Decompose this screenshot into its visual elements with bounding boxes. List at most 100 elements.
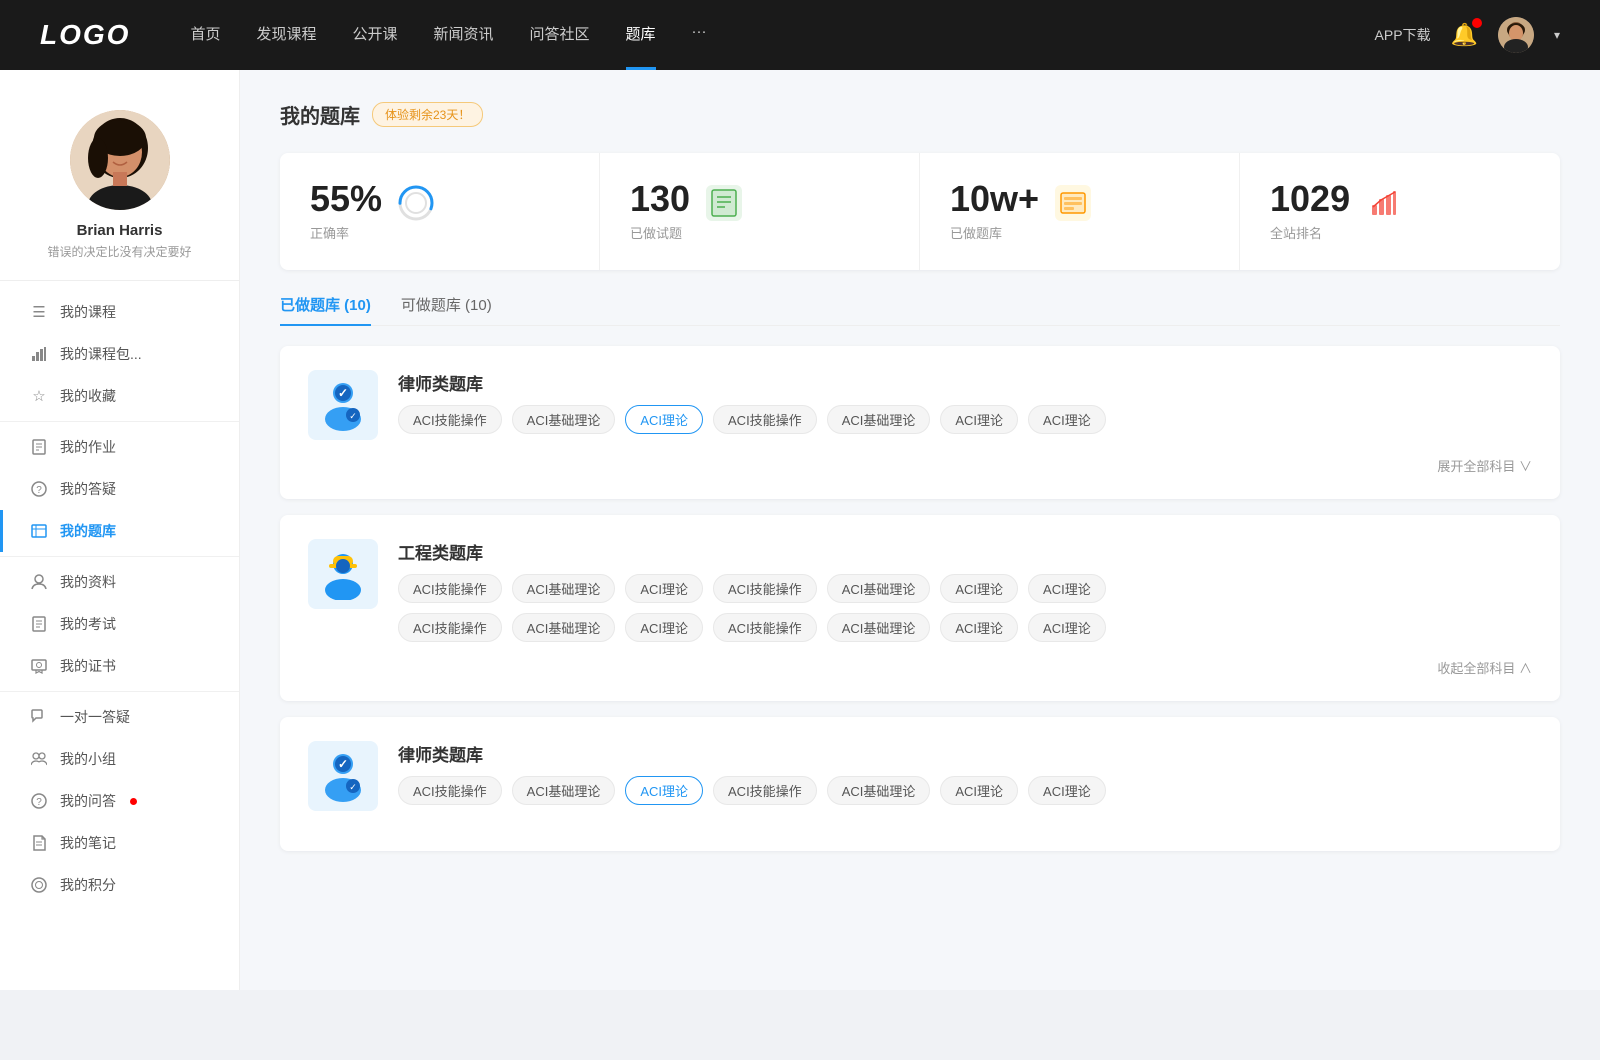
bank-2-tag-r1-6[interactable]: ACI理论 bbox=[1028, 574, 1106, 603]
bank-1-tag-0[interactable]: ACI技能操作 bbox=[398, 405, 502, 434]
bank-1-tag-5[interactable]: ACI理论 bbox=[940, 405, 1018, 434]
bank-3-tag-5[interactable]: ACI理论 bbox=[940, 776, 1018, 805]
app-download-button[interactable]: APP下载 bbox=[1375, 25, 1431, 45]
sidebar-item-my-bank[interactable]: 我的题库 bbox=[0, 510, 239, 552]
nav-discover[interactable]: 发现课程 bbox=[256, 23, 316, 48]
sidebar-label-my-bank: 我的题库 bbox=[60, 521, 116, 541]
stat-banks-value: 10w+ bbox=[950, 181, 1039, 217]
nav-news[interactable]: 新闻资讯 bbox=[434, 23, 494, 48]
bank-2-tag-r2-3[interactable]: ACI技能操作 bbox=[713, 613, 817, 642]
notification-bell[interactable]: 🔔 bbox=[1451, 22, 1478, 48]
one-on-one-icon bbox=[30, 708, 48, 726]
bank-1-tag-1[interactable]: ACI基础理论 bbox=[512, 405, 616, 434]
sidebar-label-my-homework: 我的作业 bbox=[60, 437, 116, 457]
tab-done[interactable]: 已做题库 (10) bbox=[280, 294, 371, 325]
sidebar-item-my-questions[interactable]: ? 我的答疑 bbox=[0, 468, 239, 510]
sidebar-label-one-on-one: 一对一答疑 bbox=[60, 707, 130, 727]
notes-icon bbox=[30, 834, 48, 852]
separator-1 bbox=[0, 421, 239, 422]
bank-2-tag-r2-5[interactable]: ACI理论 bbox=[940, 613, 1018, 642]
bank-3-tag-3[interactable]: ACI技能操作 bbox=[713, 776, 817, 805]
logo: LOGO bbox=[40, 19, 130, 51]
bank-2-collapse[interactable]: 收起全部科目 ∧ bbox=[1437, 658, 1532, 677]
stat-ranking-text: 1029 全站排名 bbox=[1270, 181, 1350, 242]
bank-1-expand[interactable]: 展开全部科目 ∨ bbox=[1437, 456, 1532, 475]
bank-1-tag-2[interactable]: ACI理论 bbox=[625, 405, 703, 434]
sidebar-label-my-favorites: 我的收藏 bbox=[60, 386, 116, 406]
cert-icon bbox=[30, 657, 48, 675]
bank-2-tag-r1-3[interactable]: ACI技能操作 bbox=[713, 574, 817, 603]
sidebar-profile: Brian Harris 错误的决定比没有决定要好 bbox=[0, 100, 239, 281]
bank-2-tag-r2-0[interactable]: ACI技能操作 bbox=[398, 613, 502, 642]
homework-icon bbox=[30, 438, 48, 456]
bank-3-tag-2[interactable]: ACI理论 bbox=[625, 776, 703, 805]
group-icon bbox=[30, 750, 48, 768]
exam-icon bbox=[30, 615, 48, 633]
sidebar-label-my-profile: 我的资料 bbox=[60, 572, 116, 592]
sidebar-item-one-on-one[interactable]: 一对一答疑 bbox=[0, 696, 239, 738]
bank-3-tag-4[interactable]: ACI基础理论 bbox=[827, 776, 931, 805]
bank-2-tag-r2-6[interactable]: ACI理论 bbox=[1028, 613, 1106, 642]
bank-3-tag-6[interactable]: ACI理论 bbox=[1028, 776, 1106, 805]
sidebar-label-my-notes: 我的笔记 bbox=[60, 833, 116, 853]
svg-text:✓: ✓ bbox=[338, 757, 348, 771]
bank-2-tag-r1-0[interactable]: ACI技能操作 bbox=[398, 574, 502, 603]
stat-ranking-label: 全站排名 bbox=[1270, 223, 1350, 242]
bank-1-tag-4[interactable]: ACI基础理论 bbox=[827, 405, 931, 434]
sidebar-item-my-exam[interactable]: 我的考试 bbox=[0, 603, 239, 645]
bank-3-tag-0[interactable]: ACI技能操作 bbox=[398, 776, 502, 805]
tab-available[interactable]: 可做题库 (10) bbox=[401, 294, 492, 325]
bank-2-tag-r2-4[interactable]: ACI基础理论 bbox=[827, 613, 931, 642]
stat-banks: 10w+ 已做题库 bbox=[920, 153, 1240, 270]
bank-2-tag-r2-2[interactable]: ACI理论 bbox=[625, 613, 703, 642]
sidebar-item-my-cert[interactable]: 我的证书 bbox=[0, 645, 239, 687]
sidebar-item-my-homework[interactable]: 我的作业 bbox=[0, 426, 239, 468]
avatar[interactable] bbox=[1498, 17, 1534, 53]
nav-more[interactable]: ··· bbox=[692, 23, 707, 48]
bank-card-1-header: ✓ ✓ 律师类题库 ACI技能操作 ACI基础理论 ACI理论 ACI技能操作 … bbox=[308, 370, 1532, 440]
bank-card-3: ✓ ✓ 律师类题库 ACI技能操作 ACI基础理论 ACI理论 ACI技能操作 … bbox=[280, 717, 1560, 851]
bank-3-tag-1[interactable]: ACI基础理论 bbox=[512, 776, 616, 805]
nav-bank[interactable]: 题库 bbox=[626, 23, 656, 48]
nav-links: 首页 发现课程 公开课 新闻资讯 问答社区 题库 ··· bbox=[190, 23, 1374, 48]
stat-questions-label: 已做试题 bbox=[630, 223, 690, 242]
user-menu-chevron[interactable]: ▾ bbox=[1554, 28, 1560, 42]
stat-banks-label: 已做题库 bbox=[950, 223, 1039, 242]
bank-1-tag-3[interactable]: ACI技能操作 bbox=[713, 405, 817, 434]
packages-icon bbox=[30, 345, 48, 363]
bank-2-tag-r1-4[interactable]: ACI基础理论 bbox=[827, 574, 931, 603]
page-layout: Brian Harris 错误的决定比没有决定要好 ☰ 我的课程 我的课程包..… bbox=[0, 70, 1600, 990]
nav-opencourse[interactable]: 公开课 bbox=[352, 23, 397, 48]
bank-3-title: 律师类题库 bbox=[398, 741, 1532, 766]
nav-qa[interactable]: 问答社区 bbox=[530, 23, 590, 48]
sidebar-item-my-courses[interactable]: ☰ 我的课程 bbox=[0, 291, 239, 333]
main-content: 我的题库 体验剩余23天！ 55% 正确率 bbox=[240, 70, 1600, 990]
profile-avatar[interactable] bbox=[70, 110, 170, 210]
questions-done-icon bbox=[706, 185, 742, 221]
svg-text:?: ? bbox=[36, 797, 42, 808]
bank-2-tag-r1-5[interactable]: ACI理论 bbox=[940, 574, 1018, 603]
profile-icon bbox=[30, 573, 48, 591]
svg-text:?: ? bbox=[36, 485, 42, 496]
sidebar-item-my-favorites[interactable]: ☆ 我的收藏 bbox=[0, 375, 239, 417]
sidebar-item-my-packages[interactable]: 我的课程包... bbox=[0, 333, 239, 375]
stat-accuracy-label: 正确率 bbox=[310, 223, 382, 242]
sidebar-item-my-group[interactable]: 我的小组 bbox=[0, 738, 239, 780]
svg-text:✓: ✓ bbox=[349, 782, 357, 792]
sidebar-item-my-points[interactable]: 我的积分 bbox=[0, 864, 239, 906]
profile-name: Brian Harris bbox=[77, 222, 163, 239]
stat-accuracy-value: 55% bbox=[310, 181, 382, 217]
bank-1-tag-6[interactable]: ACI理论 bbox=[1028, 405, 1106, 434]
bank-2-tag-r1-2[interactable]: ACI理论 bbox=[625, 574, 703, 603]
stat-questions: 130 已做试题 bbox=[600, 153, 920, 270]
bank-2-tag-r1-1[interactable]: ACI基础理论 bbox=[512, 574, 616, 603]
nav-home[interactable]: 首页 bbox=[190, 23, 220, 48]
sidebar-item-my-answers[interactable]: ? 我的问答 bbox=[0, 780, 239, 822]
profile-motto: 错误的决定比没有决定要好 bbox=[47, 243, 191, 260]
sidebar-item-my-profile[interactable]: 我的资料 bbox=[0, 561, 239, 603]
avatar-image bbox=[1498, 17, 1534, 53]
bank-card-3-header: ✓ ✓ 律师类题库 ACI技能操作 ACI基础理论 ACI理论 ACI技能操作 … bbox=[308, 741, 1532, 811]
bank-2-tag-r2-1[interactable]: ACI基础理论 bbox=[512, 613, 616, 642]
sidebar-item-my-notes[interactable]: 我的笔记 bbox=[0, 822, 239, 864]
stat-accuracy-text: 55% 正确率 bbox=[310, 181, 382, 242]
